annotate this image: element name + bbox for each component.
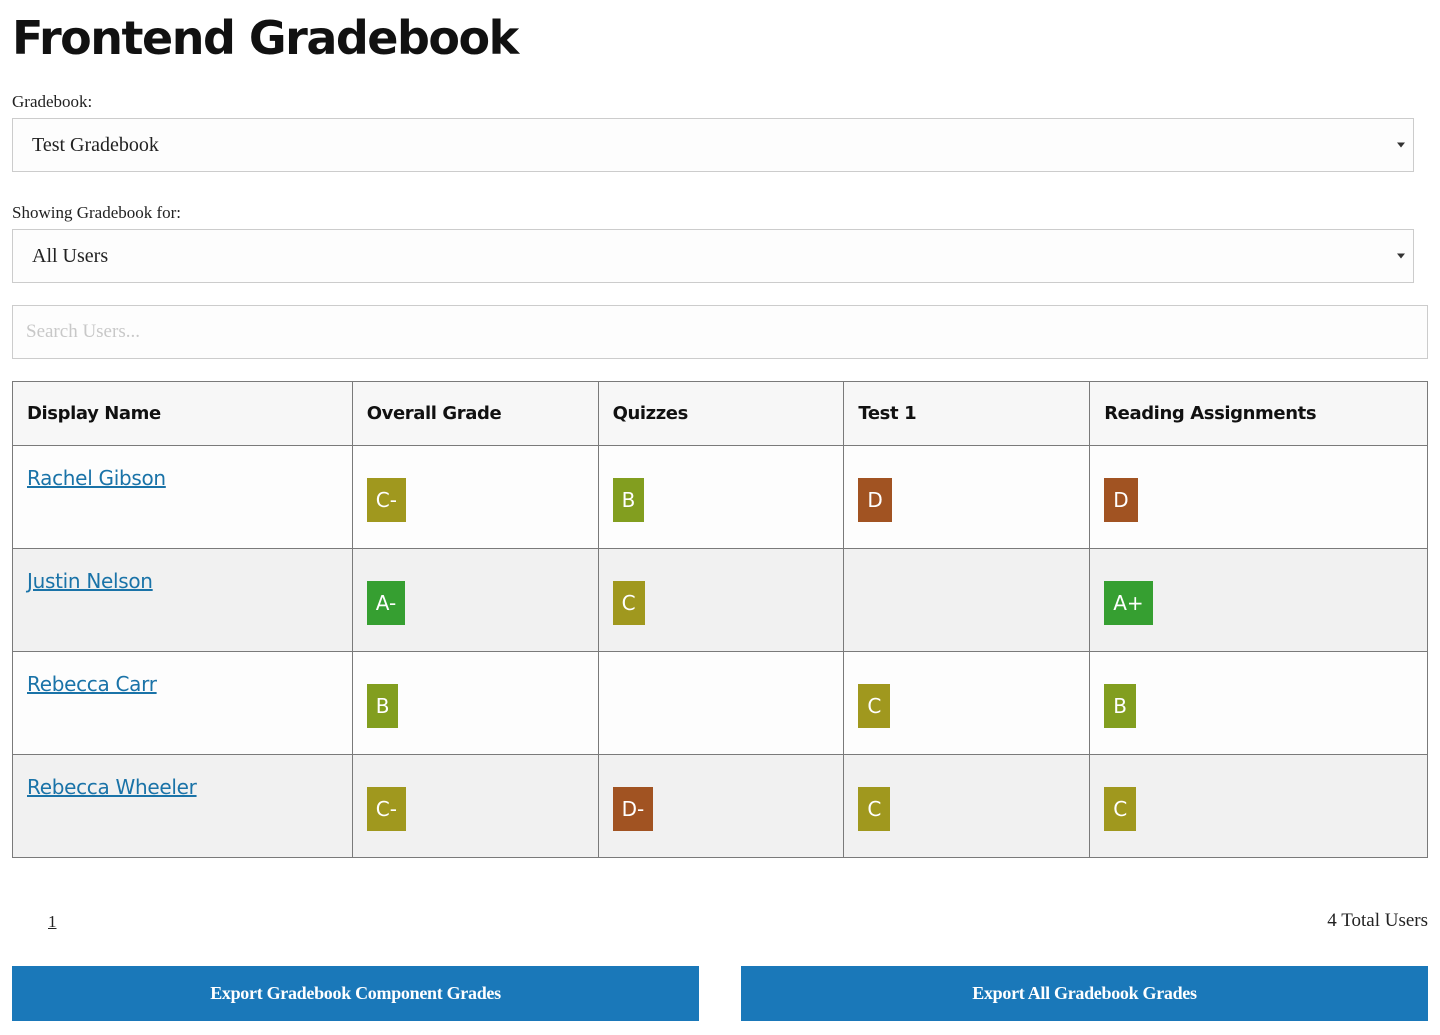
user-link[interactable]: Justin Nelson [27,569,153,593]
column-header-test-1[interactable]: Test 1 [843,381,1091,446]
grade-badge: B [1104,684,1136,728]
grade-badge: D [858,478,892,522]
chevron-down-icon [1397,253,1405,259]
cell-quizzes [597,651,845,755]
grade-badge: D [1104,478,1138,522]
cell-test-1: D [843,445,1091,549]
grade-badge: C [612,581,645,625]
column-header-reading-assignments[interactable]: Reading Assignments [1089,381,1428,446]
column-header-overall-grade[interactable]: Overall Grade [351,381,599,446]
gradebook-select[interactable]: Test Gradebook [12,118,1414,172]
user-filter-select-value: All Users [32,244,109,267]
cell-quizzes: D- [597,754,845,858]
export-all-grades-button[interactable]: Export All Gradebook Grades [741,966,1428,1021]
grade-badge: C [858,684,891,728]
user-link[interactable]: Rachel Gibson [27,466,166,490]
grade-badge: B [366,684,399,728]
table-row: Rachel Gibson C- B D D [12,445,1428,549]
cell-reading-assignments: D [1089,445,1428,549]
grade-badge: A+ [1104,581,1153,625]
cell-display-name: Rachel Gibson [12,445,353,549]
cell-display-name: Rebecca Wheeler [12,754,353,858]
pagination-bar: 1 4 Total Users [12,908,1428,938]
column-header-quizzes[interactable]: Quizzes [597,381,845,446]
search-users-field[interactable] [12,305,1428,359]
cell-test-1: C [843,754,1091,858]
grade-badge: B [612,478,645,522]
search-users-input[interactable] [24,306,1427,358]
cell-quizzes: C [597,548,845,652]
cell-reading-assignments: A+ [1089,548,1428,652]
grade-badge: C- [366,478,406,522]
table-row: Rebecca Carr B C B [12,651,1428,755]
showing-for-label: Showing Gradebook for: [12,203,182,222]
grade-badge: C [1104,787,1137,831]
cell-display-name: Rebecca Carr [12,651,353,755]
total-users-count: 4 Total Users [1327,910,1428,931]
page-link-1[interactable]: 1 [48,912,57,932]
cell-test-1 [843,548,1091,652]
table-header-row: Display Name Overall Grade Quizzes Test … [12,381,1428,446]
gradebook-page: Frontend Gradebook Gradebook: Test Grade… [0,0,1440,858]
gradebook-label: Gradebook: [12,92,93,111]
user-link[interactable]: Rebecca Wheeler [27,775,197,799]
cell-overall-grade: A- [351,548,599,652]
gradebook-select-value: Test Gradebook [32,133,159,156]
column-header-display-name[interactable]: Display Name [12,381,353,446]
grades-table: Display Name Overall Grade Quizzes Test … [12,381,1428,858]
cell-display-name: Justin Nelson [12,548,353,652]
grade-badge: C [858,787,891,831]
chevron-down-icon [1397,142,1405,148]
cell-test-1: C [843,651,1091,755]
user-link[interactable]: Rebecca Carr [27,672,157,696]
table-row: Rebecca Wheeler C- D- C C [12,754,1428,858]
cell-quizzes: B [597,445,845,549]
cell-reading-assignments: C [1089,754,1428,858]
user-filter-select[interactable]: All Users [12,229,1414,283]
cell-overall-grade: C- [351,754,599,858]
grade-badge: C- [366,787,406,831]
cell-overall-grade: B [351,651,599,755]
cell-reading-assignments: B [1089,651,1428,755]
cell-overall-grade: C- [351,445,599,549]
table-row: Justin Nelson A- C A+ [12,548,1428,652]
page-title: Frontend Gradebook [12,11,519,65]
export-component-grades-button[interactable]: Export Gradebook Component Grades [12,966,699,1021]
grade-badge: A- [366,581,406,625]
grade-badge: D- [612,787,654,831]
